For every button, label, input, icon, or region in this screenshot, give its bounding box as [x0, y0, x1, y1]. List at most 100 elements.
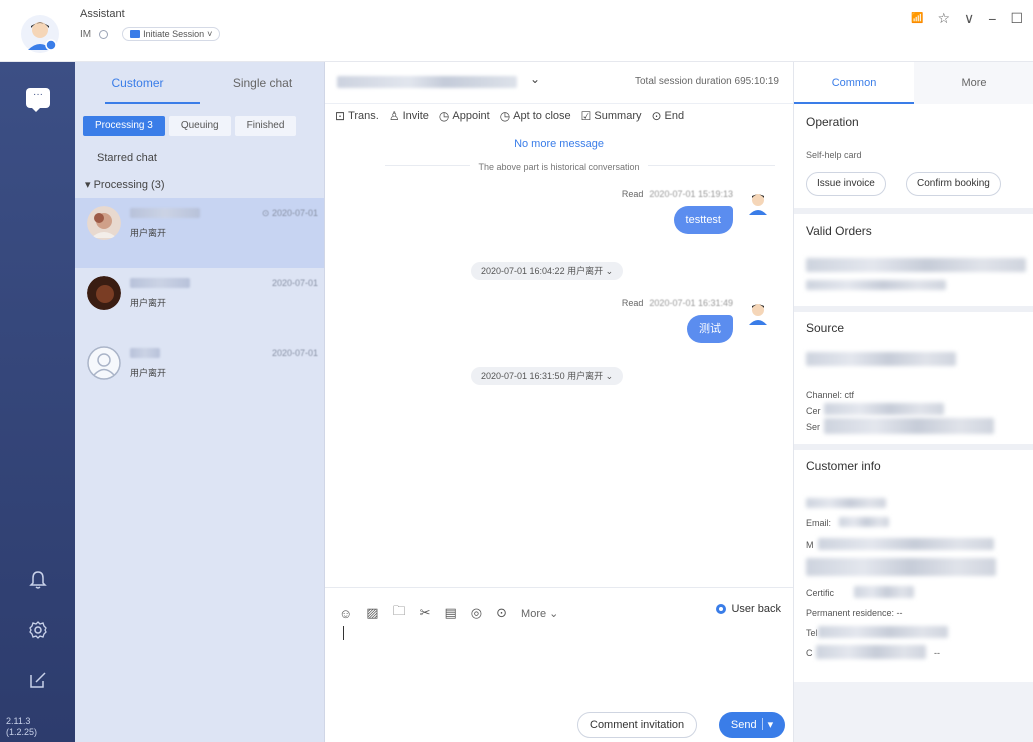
document-icon[interactable]: ▤ — [445, 605, 457, 621]
customer-avatar-icon — [87, 206, 121, 240]
scissors-icon[interactable]: ✂ — [420, 605, 431, 621]
minimize-icon[interactable]: − — [988, 11, 996, 27]
filter-processing[interactable]: Processing 3 — [83, 116, 165, 136]
conversation-item[interactable]: 用户离开 ⊙ 2020-07-01 — [75, 198, 324, 268]
bell-icon[interactable] — [25, 570, 51, 596]
processing-group-label[interactable]: ▾ Processing (3) — [85, 178, 165, 191]
customer-name-blurred — [130, 348, 160, 358]
chevron-down-icon[interactable]: ⌄ — [530, 72, 540, 86]
image-icon[interactable]: ▨ — [366, 605, 378, 621]
more-dropdown[interactable]: More ⌄ — [521, 607, 558, 620]
last-message: 用户离开 — [130, 368, 167, 378]
source-field-label: Cer — [806, 406, 821, 416]
tab-more[interactable]: More — [914, 62, 1033, 104]
source-blurred — [806, 352, 956, 366]
customer-field-label: Tel — [806, 628, 818, 638]
status-filters: Processing 3 Queuing Finished — [83, 116, 297, 136]
chat-panel: ⌄ Total session duration 695:10:19 ⊡ Tra… — [325, 62, 793, 742]
confirm-booking-button[interactable]: Confirm booking — [906, 172, 1001, 196]
agent-avatar-icon[interactable] — [20, 14, 60, 54]
clock-icon: ◷ — [438, 109, 450, 123]
customer-name-blurred — [130, 208, 200, 218]
no-more-message-link[interactable]: No more message — [325, 138, 793, 150]
initiate-session-button[interactable]: Initiate Session ˅ — [122, 27, 221, 41]
folder-icon[interactable]: 🗀 — [393, 602, 406, 624]
orders-blurred — [806, 280, 946, 290]
pin-icon[interactable]: ☆ — [937, 10, 950, 27]
customer-field-label: Email: — [806, 518, 832, 528]
conversation-time: ⊙ 2020-07-01 — [261, 208, 318, 218]
info-tabs: Common More — [794, 62, 1033, 104]
tab-customer[interactable]: Customer — [75, 62, 200, 104]
summary-icon: ☑ — [580, 109, 592, 123]
end-circle-icon: ⊙ — [651, 109, 662, 123]
chat-header: ⌄ Total session duration 695:10:19 — [325, 62, 793, 104]
customer-blurred — [818, 538, 994, 550]
self-help-card-label: Self-help card — [806, 150, 862, 160]
customer-title-blurred — [337, 76, 517, 88]
session-duration: Total session duration 695:10:19 — [635, 76, 779, 87]
conversation-time: 2020-07-01 — [271, 278, 318, 288]
apt-to-close-button[interactable]: ◷ Apt to close — [500, 109, 571, 123]
edit-icon[interactable] — [25, 670, 51, 696]
last-message: 用户离开 — [130, 298, 167, 308]
tab-single-chat[interactable]: Single chat — [200, 62, 325, 104]
message-read-status: Read 2020-07-01 16:31:49 — [621, 298, 733, 308]
customer-blurred — [816, 645, 926, 659]
agent-message-bubble[interactable]: 测试 — [687, 315, 733, 343]
conversation-item[interactable]: 用户离开 2020-07-01 — [75, 268, 324, 338]
ellipsis-circle-icon[interactable]: ⊙ — [496, 605, 507, 621]
issue-invoice-button[interactable]: Issue invoice — [806, 172, 886, 196]
maximize-icon[interactable]: ☐ — [1010, 10, 1023, 27]
conversation-item[interactable]: 用户离开 2020-07-01 — [75, 338, 324, 408]
emoji-icon[interactable]: ☺ — [339, 606, 352, 621]
agent-message-bubble[interactable]: testtest — [673, 206, 733, 234]
settings-gear-icon[interactable] — [25, 620, 51, 646]
session-icon — [130, 30, 141, 38]
at-icon[interactable]: ◎ — [471, 605, 482, 621]
transfer-icon: ⊡ — [335, 109, 346, 123]
send-button[interactable]: Send ▾ — [719, 712, 785, 738]
tab-common[interactable]: Common — [794, 62, 914, 104]
message-read-status: Read 2020-07-01 15:19:13 — [621, 189, 733, 199]
top-bar: Assistant IM Initiate Session ˅ 📶 ☆ ∨ − … — [0, 0, 1033, 62]
appoint-button[interactable]: ◷ Appoint — [439, 109, 490, 123]
end-button[interactable]: ⊙ End — [651, 109, 684, 123]
conversation-time: 2020-07-01 — [271, 348, 318, 358]
transfer-button[interactable]: ⊡ Trans. — [335, 109, 379, 123]
radio-selected-icon — [716, 604, 727, 614]
invite-button[interactable]: ♙ Invite — [389, 109, 429, 123]
summary-button[interactable]: ☑ Summary — [581, 109, 642, 123]
app-title: Assistant — [80, 8, 125, 20]
input-tools: ☺ ▨ 🗀 ✂ ▤ ◎ ⊙ More ⌄ — [339, 602, 558, 624]
nav-rail: ··· 2.11.3 (1.2.25) — [0, 62, 75, 742]
permanent-residence: Permanent residence: -- — [806, 608, 903, 618]
source-blurred — [824, 418, 994, 434]
customer-field-label: C — [806, 648, 813, 658]
customer-field-label: M — [806, 540, 814, 550]
im-label: IM — [80, 28, 92, 40]
user-back-radio[interactable]: User back — [716, 603, 781, 615]
valid-orders-title: Valid Orders — [806, 224, 872, 238]
customer-dash: -- — [934, 648, 940, 658]
customer-blurred — [818, 626, 948, 638]
system-note[interactable]: 2020-07-01 16:04:22 用户离开 ⌄ — [471, 262, 624, 280]
send-options-icon[interactable]: ▾ — [768, 719, 774, 731]
agent-avatar-icon — [749, 194, 767, 215]
filter-finished[interactable]: Finished — [234, 116, 297, 136]
message-input-area[interactable]: ☺ ▨ 🗀 ✂ ▤ ◎ ⊙ More ⌄ User back Comment i… — [325, 587, 793, 742]
dropdown-icon[interactable]: ∨ — [964, 10, 974, 27]
customer-blurred — [854, 586, 914, 598]
chat-icon[interactable]: ··· — [26, 88, 50, 112]
customer-avatar-icon — [87, 276, 121, 310]
customer-name-blurred — [130, 278, 190, 288]
customer-info-panel: Common More Operation Self-help card Iss… — [793, 62, 1033, 742]
starred-chat-toggle[interactable]: Starred chat — [97, 152, 157, 164]
filter-queuing[interactable]: Queuing — [168, 116, 231, 136]
status-dot-icon[interactable] — [99, 29, 109, 39]
system-note[interactable]: 2020-07-01 16:31:50 用户离开 ⌄ — [471, 367, 624, 385]
section-divider — [794, 444, 1033, 450]
comment-invitation-button[interactable]: Comment invitation — [577, 712, 698, 738]
version-label: 2.11.3 (1.2.25) — [6, 716, 38, 737]
orders-blurred — [806, 258, 1026, 272]
